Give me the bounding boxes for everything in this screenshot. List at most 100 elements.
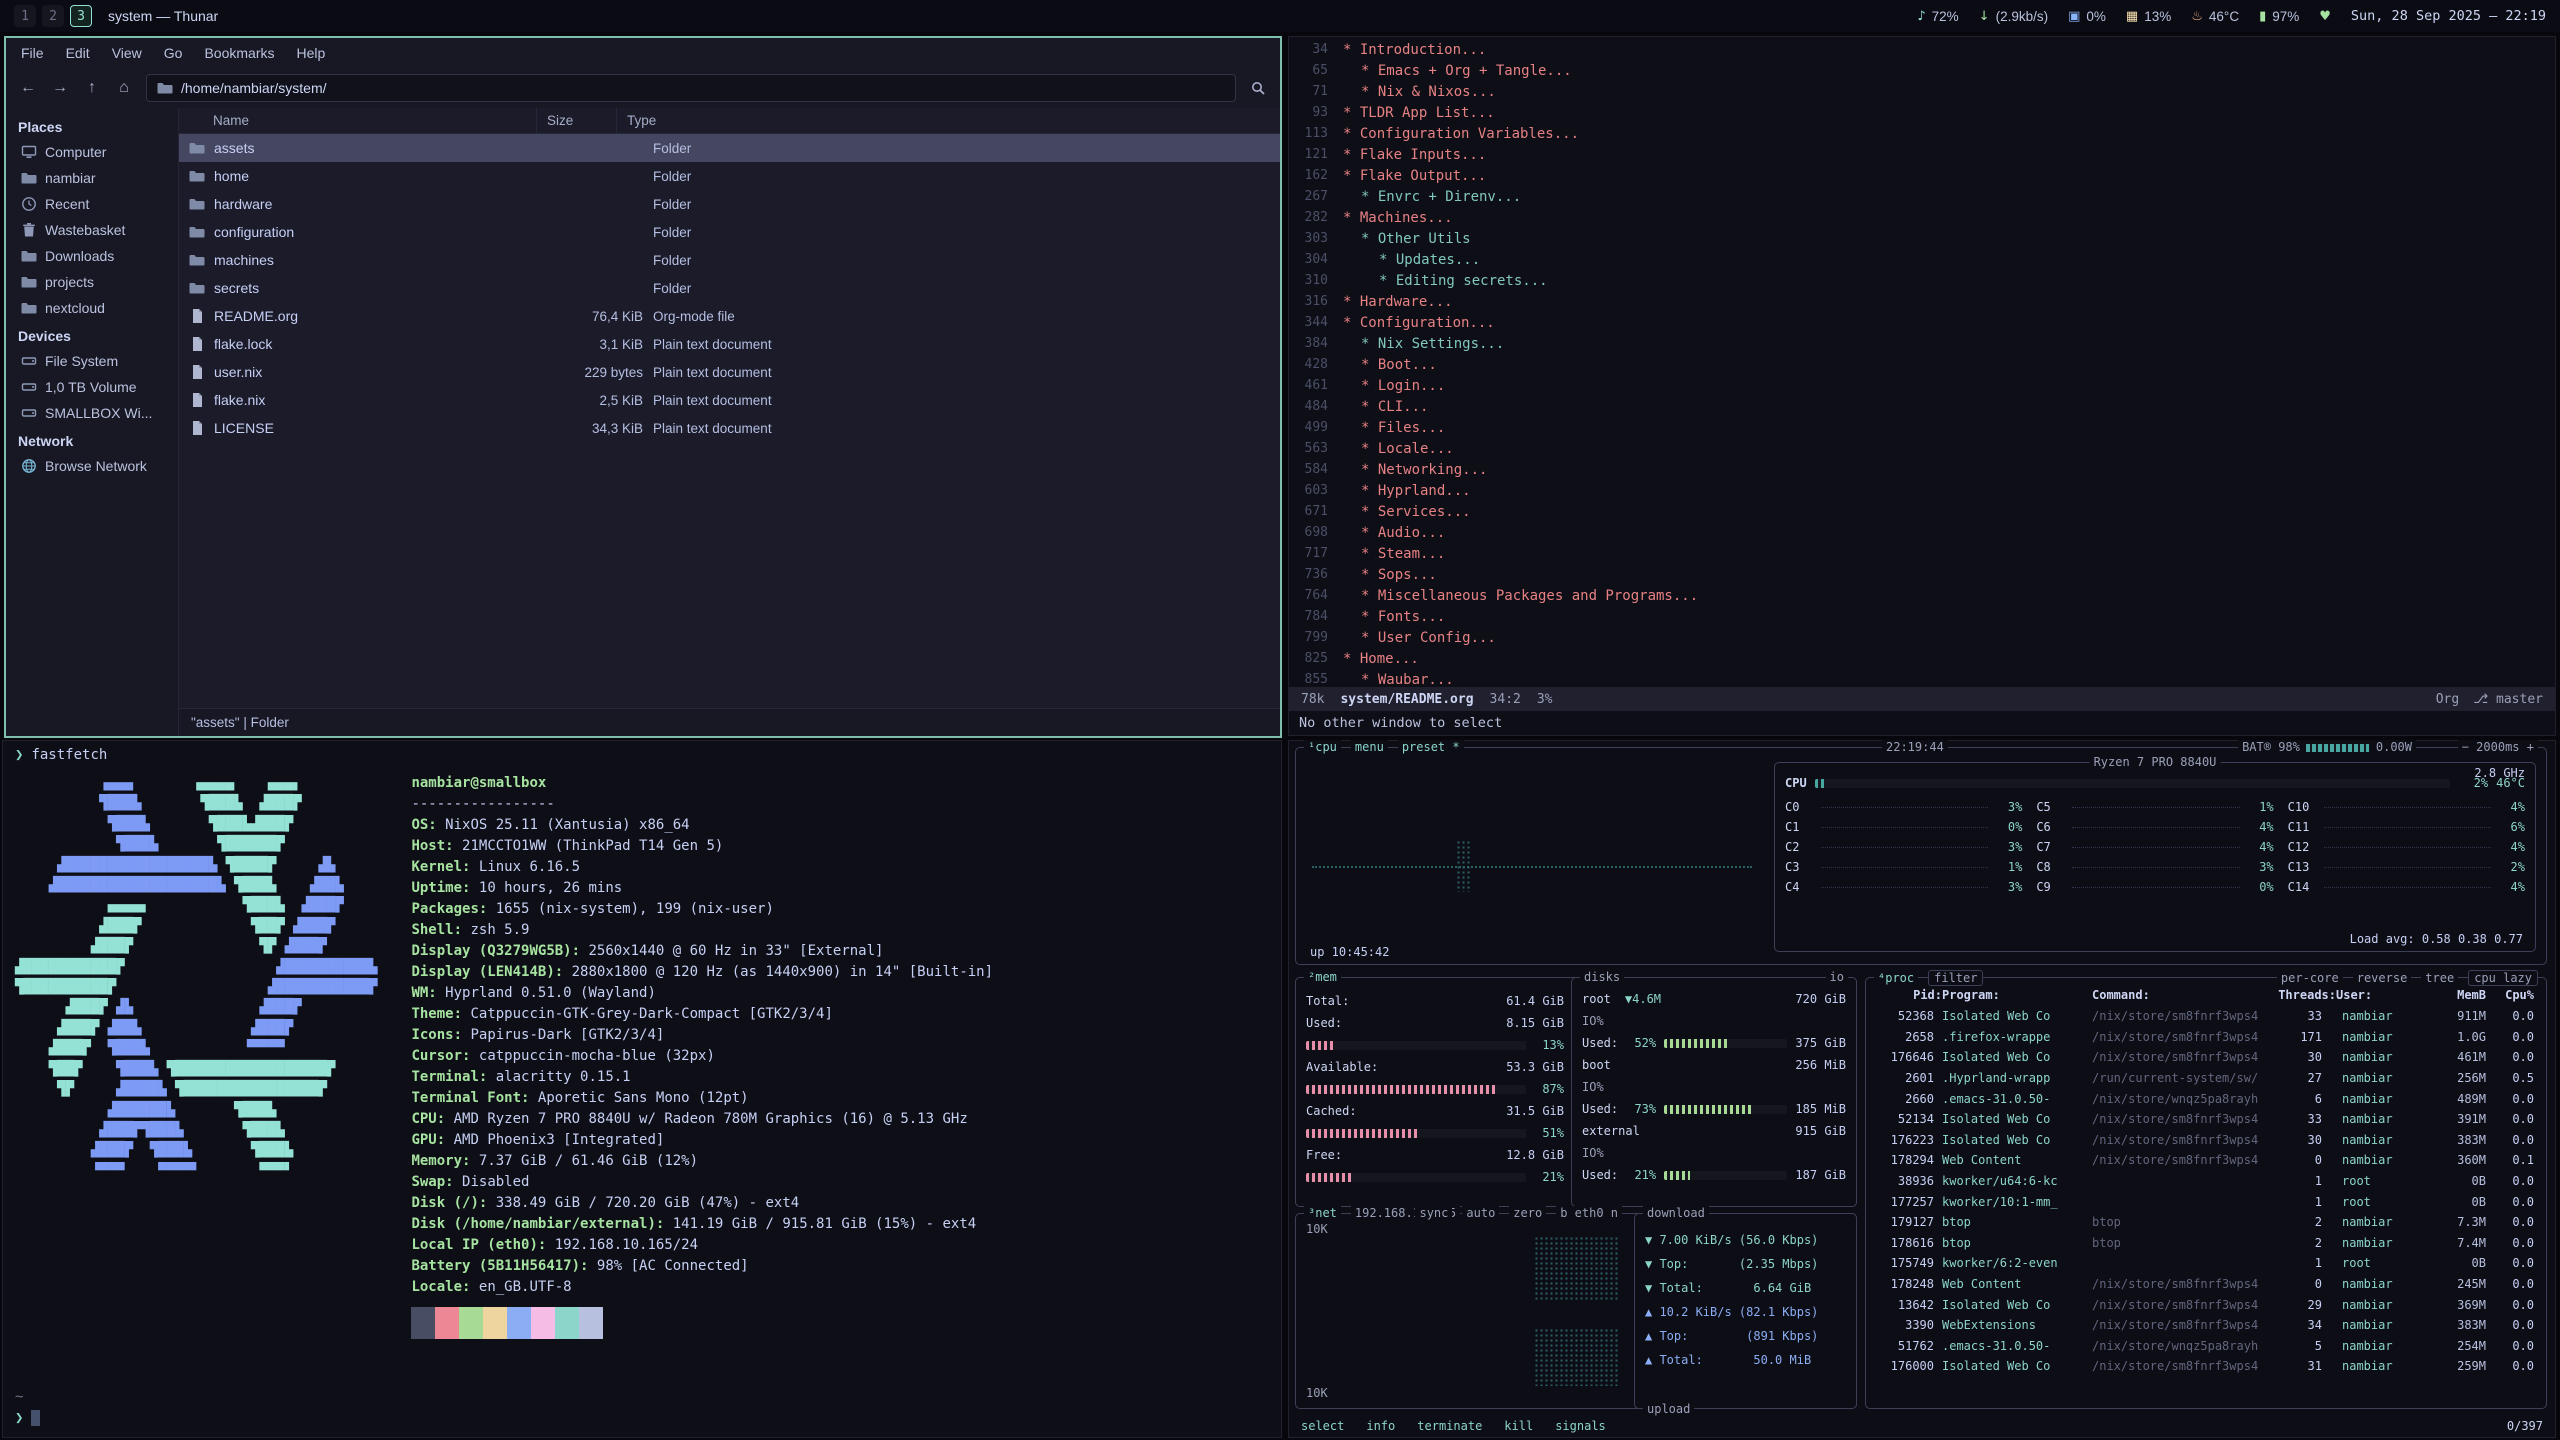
proc-option-tree[interactable]: tree	[2421, 971, 2458, 985]
disks-io-tab[interactable]: io	[1826, 970, 1848, 984]
file-row[interactable]: flake.nix2,5 KiBPlain text document	[179, 386, 1280, 414]
temperature-module[interactable]: ♨46°C	[2191, 9, 2239, 24]
net-tab-auto[interactable]: auto	[1462, 1206, 1499, 1220]
tab-preset[interactable]: preset *	[1398, 740, 1464, 754]
net-tab-sync[interactable]: sync	[1415, 1206, 1452, 1220]
file-row[interactable]: hardwareFolder	[179, 190, 1280, 218]
filter-button[interactable]: filter	[1928, 970, 1983, 986]
update-interval[interactable]: − 2000ms +	[2458, 740, 2538, 754]
process-row[interactable]: 176000Isolated Web Co/nix/store/sm8fnrf3…	[1874, 1356, 2538, 1377]
workspace-2[interactable]: 2	[42, 5, 64, 27]
proc-column-cmd[interactable]: Command:	[2092, 988, 2266, 1002]
workspace-1[interactable]: 1	[14, 5, 36, 27]
menu-view[interactable]: View	[101, 41, 153, 65]
file-row[interactable]: flake.lock3,1 KiBPlain text document	[179, 330, 1280, 358]
file-row[interactable]: secretsFolder	[179, 274, 1280, 302]
footer-key-kill[interactable]: kill	[1504, 1419, 1533, 1433]
process-row[interactable]: 51762.emacs-31.0.50-/nix/store/wnqz5pa8r…	[1874, 1336, 2538, 1357]
file-row[interactable]: machinesFolder	[179, 246, 1280, 274]
process-row[interactable]: 178294Web Content/nix/store/sm8fnrf3wps4…	[1874, 1150, 2538, 1171]
menu-go[interactable]: Go	[153, 41, 194, 65]
emacs-buffer[interactable]: 34* Introduction...65* Emacs + Org + Tan…	[1289, 37, 2555, 687]
sidebar-item-recent[interactable]: Recent	[6, 191, 178, 217]
volume-module[interactable]: ♪72%	[1917, 9, 1958, 24]
process-row[interactable]: 2660.emacs-31.0.50-/nix/store/wnqz5pa8ra…	[1874, 1088, 2538, 1109]
column-header-type[interactable]: Type	[617, 108, 1280, 133]
menu-file[interactable]: File	[10, 41, 55, 65]
up-button[interactable]: ↑	[78, 74, 106, 102]
process-row[interactable]: 176646Isolated Web Co/nix/store/sm8fnrf3…	[1874, 1047, 2538, 1068]
power-module[interactable]: ♥	[2319, 9, 2331, 24]
footer-key-signals[interactable]: signals	[1555, 1419, 1606, 1433]
proc-column-user[interactable]: User:	[2336, 988, 2426, 1002]
core-name: C3	[1785, 860, 1815, 874]
process-row[interactable]: 38936kworker/u64:6-kc1root0B0.0	[1874, 1171, 2538, 1192]
footer-key-info[interactable]: info	[1366, 1419, 1395, 1433]
process-row[interactable]: 2601.Hyprland-wrapp/run/current-system/s…	[1874, 1068, 2538, 1089]
column-header-name[interactable]: Name	[179, 108, 537, 133]
line-number: 34	[1289, 42, 1343, 57]
file-row[interactable]: LICENSE34,3 KiBPlain text document	[179, 414, 1280, 442]
proc-column-threads[interactable]: Threads:	[2266, 988, 2336, 1002]
process-row[interactable]: 13642Isolated Web Co/nix/store/sm8fnrf3w…	[1874, 1294, 2538, 1315]
process-row[interactable]: 52134Isolated Web Co/nix/store/sm8fnrf3w…	[1874, 1109, 2538, 1130]
disks-title[interactable]: disks	[1580, 970, 1624, 984]
sidebar-item-wastebasket[interactable]: Wastebasket	[6, 217, 178, 243]
proc-sort[interactable]: cpu lazy	[2468, 970, 2538, 986]
cpu-module[interactable]: ▣0%	[2068, 9, 2106, 24]
proc-column-mem[interactable]: MemB	[2426, 988, 2486, 1002]
terminal-window[interactable]: ❯ fastfetch ▗▄▄▄ ▗▄▄▄▄ ▄▄▄▖ ▜███▙ ▜███▙ …	[2, 740, 1282, 1438]
menu-help[interactable]: Help	[286, 41, 337, 65]
sidebar-item-projects[interactable]: projects	[6, 269, 178, 295]
home-button[interactable]: ⌂	[110, 74, 138, 102]
sidebar-item-nambiar[interactable]: nambiar	[6, 165, 178, 191]
sidebar-item-smallbox-wi-[interactable]: SMALLBOX Wi...	[6, 400, 178, 426]
footer-key-select[interactable]: select	[1301, 1419, 1344, 1433]
network-module[interactable]: ↓(2.9kb/s)	[1979, 9, 2048, 24]
menu-edit[interactable]: Edit	[55, 41, 101, 65]
sidebar-item-file-system[interactable]: File System	[6, 348, 178, 374]
process-row[interactable]: 3390WebExtensions/nix/store/sm8fnrf3wps4…	[1874, 1315, 2538, 1336]
mem-title[interactable]: ²mem	[1304, 970, 1341, 984]
file-row[interactable]: assetsFolder	[179, 134, 1280, 162]
footer-key-terminate[interactable]: terminate	[1417, 1419, 1482, 1433]
process-row[interactable]: 176223Isolated Web Co/nix/store/sm8fnrf3…	[1874, 1130, 2538, 1151]
proc-column-cpu[interactable]: Cpu%	[2486, 988, 2534, 1002]
process-row[interactable]: 52368Isolated Web Co/nix/store/sm8fnrf3w…	[1874, 1006, 2538, 1027]
proc-option-per-core[interactable]: per-core	[2277, 971, 2343, 985]
process-header[interactable]: Pid:Program:Command:Threads:User:MemBCpu…	[1874, 988, 2538, 1006]
net-tab-zero[interactable]: zero	[1509, 1206, 1546, 1220]
net-tab-beth0n[interactable]: b eth0 n	[1556, 1206, 1622, 1220]
memory-module[interactable]: ▦13%	[2126, 9, 2171, 24]
column-header-size[interactable]: Size	[537, 108, 617, 133]
file-row[interactable]: configurationFolder	[179, 218, 1280, 246]
proc-option-reverse[interactable]: reverse	[2353, 971, 2412, 985]
process-row[interactable]: 179127btopbtop2nambiar7.3M0.0	[1874, 1212, 2538, 1233]
process-row[interactable]: 2658.firefox-wrappe/nix/store/sm8fnrf3wp…	[1874, 1027, 2538, 1048]
search-button[interactable]	[1244, 74, 1272, 102]
menu-bookmarks[interactable]: Bookmarks	[193, 41, 285, 65]
workspace-3[interactable]: 3	[70, 5, 92, 27]
proc-column-prog[interactable]: Program:	[1942, 988, 2092, 1002]
file-row[interactable]: README.org76,4 KiBOrg-mode file	[179, 302, 1280, 330]
path-bar[interactable]: /home/nambiar/system/	[146, 74, 1236, 102]
process-row[interactable]: 175749kworker/6:2-even1root0B0.0	[1874, 1253, 2538, 1274]
net-title[interactable]: ³net	[1304, 1206, 1341, 1220]
process-row[interactable]: 177257kworker/10:1-mm_1root0B0.0	[1874, 1191, 2538, 1212]
sidebar-item-nextcloud[interactable]: nextcloud	[6, 295, 178, 321]
sidebar-item-1-0-tb-volume[interactable]: 1,0 TB Volume	[6, 374, 178, 400]
sidebar-item-computer[interactable]: Computer	[6, 139, 178, 165]
file-row[interactable]: user.nix229 bytesPlain text document	[179, 358, 1280, 386]
clock[interactable]: Sun, 28 Sep 2025 — 22:19	[2351, 8, 2546, 24]
sidebar-item-downloads[interactable]: Downloads	[6, 243, 178, 269]
file-row[interactable]: homeFolder	[179, 162, 1280, 190]
proc-column-pid[interactable]: Pid:	[1878, 988, 1942, 1002]
forward-button[interactable]: →	[46, 74, 74, 102]
process-row[interactable]: 178248Web Content/nix/store/sm8fnrf3wps4…	[1874, 1274, 2538, 1295]
battery-module[interactable]: ▮97%	[2259, 9, 2299, 24]
sidebar-item-browse-network[interactable]: Browse Network	[6, 453, 178, 479]
back-button[interactable]: ←	[14, 74, 42, 102]
tab-menu[interactable]: menu	[1351, 740, 1388, 754]
process-row[interactable]: 178616btopbtop2nambiar7.4M0.0	[1874, 1233, 2538, 1254]
tab-cpu[interactable]: ¹cpu	[1304, 740, 1341, 754]
